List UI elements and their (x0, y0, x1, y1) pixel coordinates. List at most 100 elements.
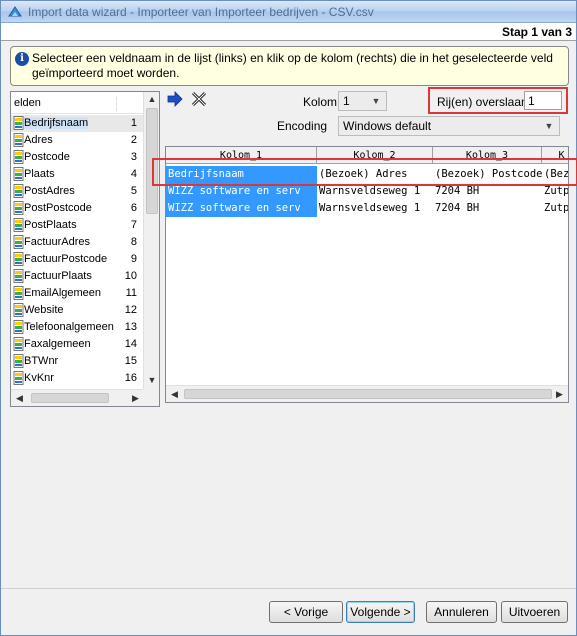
chevron-down-icon[interactable]: ▼ (541, 118, 557, 134)
header-row-highlight (152, 158, 577, 186)
scroll-up-icon[interactable]: ▲ (145, 92, 159, 107)
list-item[interactable]: Plaats 4 (11, 166, 144, 183)
scroll-right-icon[interactable]: ▶ (128, 391, 143, 406)
field-icon (13, 269, 24, 283)
grid-cell[interactable]: Zutp (542, 200, 568, 217)
field-icon (13, 252, 24, 266)
info-panel: i Selecteer een veldnaam in de lijst (li… (10, 46, 569, 86)
field-number: 11 (125, 287, 137, 299)
field-list[interactable]: elden Bedrijfsnaam 1 Adres 2 Postcode 3 Plaats… (10, 91, 160, 407)
step-indicator: Stap 1 van 3 (501, 25, 572, 39)
field-list-rows: Bedrijfsnaam 1 Adres 2 Postcode 3 Plaats 4 PostA… (11, 115, 144, 387)
list-item[interactable]: FactuurPostcode 9 (11, 251, 144, 268)
grid-cell[interactable]: Warnsveldseweg 1 (317, 200, 433, 217)
field-icon (13, 286, 24, 300)
field-icon (13, 235, 24, 249)
app-icon (8, 6, 22, 17)
scroll-left-icon[interactable]: ◀ (167, 387, 182, 402)
field-number: 4 (130, 168, 137, 180)
info-icon: i (15, 52, 29, 66)
field-icon (13, 218, 24, 232)
field-icon (13, 133, 24, 147)
field-number: 3 (130, 151, 137, 163)
skip-rows-value: 1 (528, 94, 535, 108)
info-text: Selecteer een veldnaam in de lijst (link… (32, 51, 553, 80)
list-item[interactable]: Adres 2 (11, 132, 144, 149)
list-item[interactable]: Postcode 3 (11, 149, 144, 166)
scroll-left-icon[interactable]: ◀ (12, 391, 27, 406)
field-icon (13, 337, 24, 351)
kolom-label: Kolom (303, 95, 338, 109)
field-icon (13, 150, 24, 164)
field-list-vscrollbar[interactable]: ▲ ▼ (143, 92, 159, 389)
field-list-header[interactable]: elden (11, 92, 144, 114)
skip-rows-input[interactable]: 1 (524, 91, 562, 110)
field-number: 1 (130, 117, 137, 129)
button-row: < Vorige Volgende > Annuleren Uitvoeren (1, 601, 576, 623)
field-icon (13, 201, 24, 215)
field-number: 12 (124, 304, 137, 316)
encoding-select[interactable]: Windows default ▼ (338, 116, 560, 136)
field-name: Plaats (24, 168, 55, 180)
grid-cell[interactable]: 7204 BH (433, 200, 542, 217)
list-item[interactable]: FactuurPlaats 10 (11, 268, 144, 285)
field-number: 2 (130, 134, 137, 146)
list-item[interactable]: KvKnr 16 (11, 370, 144, 387)
grid-row[interactable]: WIZZ software en serv Warnsveldseweg 1 7… (166, 200, 568, 217)
window-title: Import data wizard - Importeer van Impor… (28, 5, 374, 19)
field-icon (13, 320, 24, 334)
title-bar: Import data wizard - Importeer van Impor… (1, 1, 576, 23)
field-name: PostPlaats (24, 219, 77, 231)
field-name: BTWnr (24, 355, 59, 367)
field-number: 5 (130, 185, 137, 197)
grid-hscrollbar[interactable]: ◀ ▶ (166, 385, 568, 402)
list-item[interactable]: BTWnr 15 (11, 353, 144, 370)
grid-cell[interactable]: WIZZ software en serv (166, 200, 317, 217)
field-name: PostPostcode (24, 202, 92, 214)
field-number: 14 (124, 338, 137, 350)
field-name: EmailAlgemeen (24, 287, 102, 299)
scroll-right-icon[interactable]: ▶ (552, 387, 567, 402)
list-item[interactable]: FactuurAdres 8 (11, 234, 144, 251)
encoding-value: Windows default (343, 119, 432, 133)
field-number: 10 (124, 270, 137, 282)
scroll-thumb[interactable] (31, 393, 109, 403)
scroll-down-icon[interactable]: ▼ (145, 373, 159, 388)
step-bar: Stap 1 van 3 (1, 23, 576, 41)
scroll-thumb[interactable] (184, 389, 552, 399)
field-icon (13, 167, 24, 181)
field-name: PostAdres (24, 185, 75, 197)
chevron-down-icon[interactable]: ▼ (368, 93, 384, 109)
field-number: 16 (124, 372, 137, 384)
field-icon (13, 303, 24, 317)
clear-x-icon[interactable] (191, 91, 207, 107)
field-name: Website (24, 304, 64, 316)
field-name: KvKnr (24, 372, 54, 384)
kolom-select[interactable]: 1 ▼ (338, 91, 387, 111)
skip-rows-label: Rij(en) overslaan (437, 95, 528, 109)
field-icon (13, 184, 24, 198)
list-item[interactable]: Faxalgemeen 14 (11, 336, 144, 353)
list-item[interactable]: EmailAlgemeen 11 (11, 285, 144, 302)
assign-arrow-icon[interactable] (167, 91, 183, 107)
field-name: Postcode (24, 151, 70, 163)
run-button[interactable]: Uitvoeren (501, 601, 568, 623)
next-button[interactable]: Volgende > (346, 601, 415, 623)
list-item[interactable]: PostPlaats 7 (11, 217, 144, 234)
field-name: FactuurAdres (24, 236, 91, 248)
list-item[interactable]: PostPostcode 6 (11, 200, 144, 217)
field-name: Faxalgemeen (24, 338, 91, 350)
encoding-label: Encoding (277, 119, 328, 133)
field-list-header-cell[interactable]: elden (13, 97, 117, 111)
field-icon (13, 371, 24, 385)
list-item[interactable]: Website 12 (11, 302, 144, 319)
field-number: 6 (130, 202, 137, 214)
divider (1, 588, 576, 589)
field-list-hscrollbar[interactable]: ◀ ▶ (11, 389, 144, 406)
wizard-window: Import data wizard - Importeer van Impor… (0, 0, 577, 636)
prev-button[interactable]: < Vorige (269, 601, 343, 623)
list-item[interactable]: Bedrijfsnaam 1 (11, 115, 144, 132)
list-item[interactable]: PostAdres 5 (11, 183, 144, 200)
list-item[interactable]: Telefoonalgemeen 13 (11, 319, 144, 336)
cancel-button[interactable]: Annuleren (426, 601, 497, 623)
